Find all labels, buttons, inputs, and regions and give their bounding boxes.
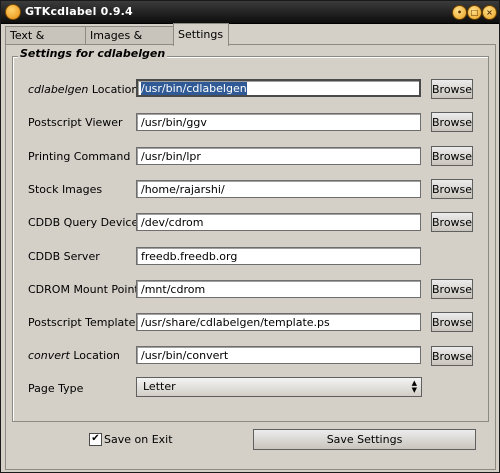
cdlabelgen-location-label: cdlabelgen Location bbox=[28, 83, 138, 96]
postscript-template-label: Postscript Template bbox=[28, 316, 136, 329]
maximize-button[interactable]: □ bbox=[467, 5, 482, 20]
tab-images-colors[interactable]: Images & Colors bbox=[85, 26, 175, 60]
cddb-server-input[interactable]: freedb.freedb.org bbox=[136, 247, 421, 265]
settings-frame bbox=[12, 56, 489, 422]
stock-images-browse-button[interactable]: Browse bbox=[431, 179, 473, 199]
updown-arrows-icon: ▲ ▼ bbox=[411, 379, 417, 394]
tab-settings[interactable]: Settings bbox=[173, 23, 229, 46]
selected-text: /usr/bin/cdlabelgen bbox=[141, 82, 247, 95]
cdlabelgen-location-input[interactable]: /usr/bin/cdlabelgen bbox=[136, 79, 421, 97]
printing-command-label: Printing Command bbox=[28, 150, 131, 163]
cddb-query-device-input[interactable]: /dev/cdrom bbox=[136, 213, 421, 231]
postscript-template-input[interactable]: /usr/share/cdlabelgen/template.ps bbox=[136, 313, 421, 331]
save-on-exit-label[interactable]: Save on Exit bbox=[104, 433, 173, 446]
label-italic-part: cdlabelgen bbox=[28, 83, 89, 96]
stock-images-input[interactable]: /home/rajarshi/ bbox=[136, 180, 421, 198]
page-type-label: Page Type bbox=[28, 382, 84, 395]
app-icon bbox=[5, 4, 21, 20]
cdrom-mount-point-input[interactable]: /mnt/cdrom bbox=[136, 280, 421, 298]
postscript-viewer-browse-button[interactable]: Browse bbox=[431, 112, 473, 132]
close-button[interactable]: × bbox=[482, 5, 497, 20]
postscript-viewer-input[interactable]: /usr/bin/ggv bbox=[136, 113, 421, 131]
label-rest-part: Location bbox=[69, 349, 120, 362]
save-on-exit-checkbox[interactable]: ✔ bbox=[89, 433, 102, 446]
cddb-server-label: CDDB Server bbox=[28, 250, 100, 263]
postscript-template-browse-button[interactable]: Browse bbox=[431, 312, 473, 332]
cdrom-mount-point-browse-button[interactable]: Browse bbox=[431, 279, 473, 299]
page-type-value: Letter bbox=[143, 380, 176, 393]
app-window: GTKcdlabel 0.9.4 • □ × Text & Printing I… bbox=[0, 0, 500, 473]
printing-command-input[interactable]: /usr/bin/lpr bbox=[136, 147, 421, 165]
stock-images-label: Stock Images bbox=[28, 183, 103, 196]
convert-location-browse-button[interactable]: Browse bbox=[431, 346, 473, 366]
page-type-select[interactable]: Letter ▲ ▼ bbox=[136, 377, 422, 397]
cdrom-mount-point-label: CDROM Mount Point bbox=[28, 283, 139, 296]
frame-title: Settings for cdlabelgen bbox=[18, 47, 168, 60]
label-rest-part: Location bbox=[88, 83, 139, 96]
window-title: GTKcdlabel 0.9.4 bbox=[25, 5, 133, 18]
save-settings-button[interactable]: Save Settings bbox=[253, 429, 476, 450]
cddb-query-device-browse-button[interactable]: Browse bbox=[431, 212, 473, 232]
tab-text-printing[interactable]: Text & Printing bbox=[5, 26, 86, 60]
cddb-query-device-label: CDDB Query Device bbox=[28, 216, 139, 229]
title-bar: GTKcdlabel 0.9.4 • □ × bbox=[1, 1, 499, 24]
convert-location-input[interactable]: /usr/bin/convert bbox=[136, 346, 421, 364]
convert-location-label: convert Location bbox=[28, 349, 120, 362]
printing-command-browse-button[interactable]: Browse bbox=[431, 146, 473, 166]
minimize-button[interactable]: • bbox=[452, 5, 467, 20]
cdlabelgen-browse-button[interactable]: Browse bbox=[431, 79, 473, 99]
postscript-viewer-label: Postscript Viewer bbox=[28, 116, 123, 129]
label-italic-part: convert bbox=[28, 349, 70, 362]
